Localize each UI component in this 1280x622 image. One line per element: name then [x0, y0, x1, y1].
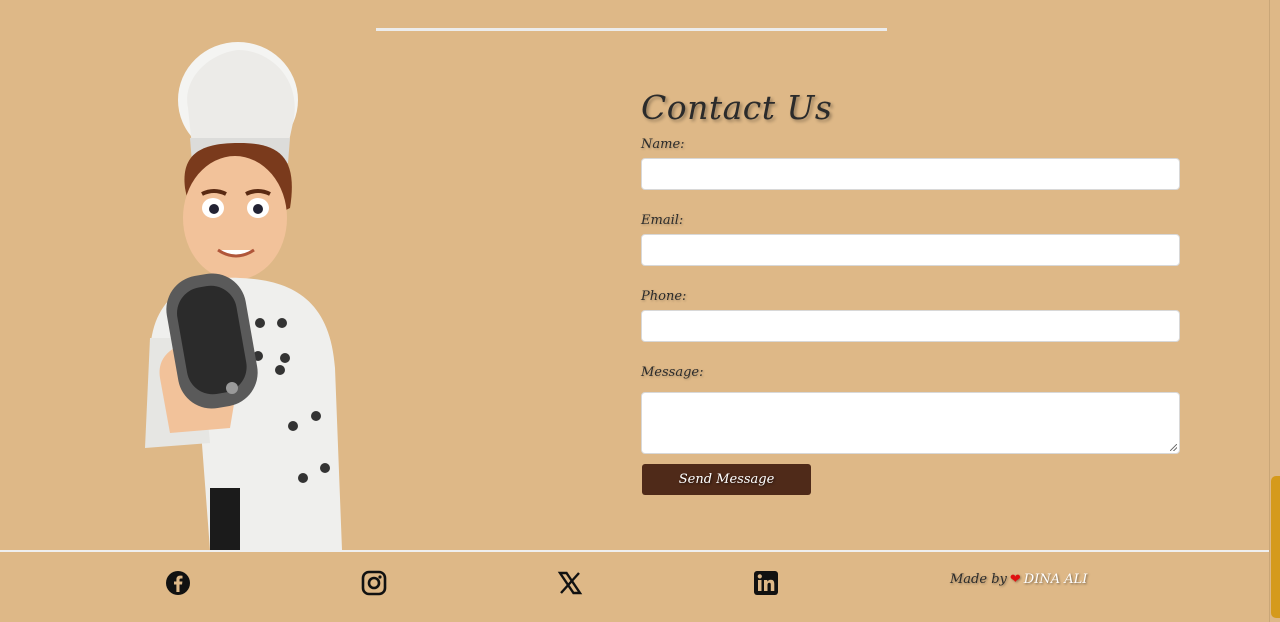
top-divider	[376, 28, 887, 31]
contact-form: Contact Us Name: Email: Phone: Message:	[641, 86, 1181, 454]
scrollbar-thumb[interactable]	[1271, 476, 1280, 618]
author-name: DINA ALI	[1023, 572, 1088, 587]
email-input[interactable]	[641, 234, 1180, 266]
made-by-text: Made by	[950, 572, 1007, 587]
chef-illustration	[145, 42, 342, 550]
linkedin-icon[interactable]	[753, 570, 779, 596]
footer: Made by ❤ DINA ALI	[0, 550, 1270, 622]
phone-group: Phone:	[641, 288, 1181, 342]
phone-input[interactable]	[641, 310, 1180, 342]
message-group: Message:	[641, 364, 1181, 454]
message-textarea[interactable]	[641, 392, 1180, 454]
name-group: Name:	[641, 136, 1181, 190]
facebook-icon[interactable]	[165, 570, 191, 596]
name-input[interactable]	[641, 158, 1180, 190]
instagram-icon[interactable]	[361, 570, 387, 596]
name-label: Name:	[641, 137, 685, 152]
email-label: Email:	[641, 213, 684, 228]
contact-page: Contact Us Name: Email: Phone: Message: …	[0, 0, 1280, 622]
resize-handle-icon[interactable]	[1170, 444, 1177, 451]
send-message-button[interactable]: Send Message	[642, 464, 811, 495]
x-icon[interactable]	[557, 570, 583, 596]
made-by-credit: Made by ❤ DINA ALI	[950, 572, 1087, 587]
heart-icon: ❤	[1009, 572, 1021, 587]
phone-label: Phone:	[641, 289, 687, 304]
contact-title: Contact Us	[641, 88, 833, 127]
email-group: Email:	[641, 212, 1181, 266]
message-label: Message:	[641, 365, 704, 380]
vertical-scrollbar[interactable]	[1269, 0, 1280, 622]
